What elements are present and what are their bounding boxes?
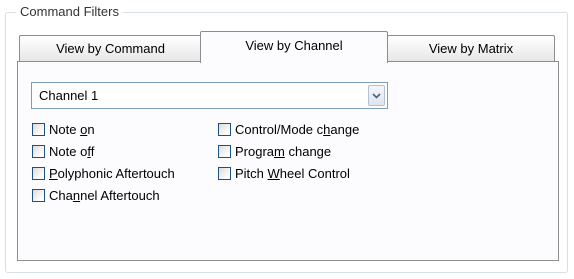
note-on-checkbox-box[interactable]	[32, 122, 45, 136]
control-mode-change-checkbox[interactable]: Control/Mode change	[218, 120, 359, 138]
pitch-wheel-control-label: Pitch Wheel Control	[235, 165, 350, 181]
control-mode-change-label: Control/Mode change	[235, 121, 360, 137]
tab-view-by-command[interactable]: View by Command	[19, 35, 202, 61]
channel-aftertouch-checkbox[interactable]: Channel Aftertouch	[32, 186, 160, 204]
channel-select-dropdown-button[interactable]	[368, 85, 385, 106]
pitch-wheel-control-checkbox-box[interactable]	[218, 166, 231, 180]
note-on-checkbox[interactable]: Note on	[32, 120, 95, 138]
note-on-label: Note on	[49, 121, 95, 137]
chevron-down-icon	[372, 92, 381, 99]
note-off-checkbox[interactable]: Note off	[32, 142, 94, 160]
tab-view-by-matrix[interactable]: View by Matrix	[387, 35, 555, 61]
tab-view-by-channel[interactable]: View by Channel	[200, 31, 388, 63]
program-change-label: Program change	[235, 143, 332, 159]
channel-tab-panel: Channel 1 Note on Note off Polyphonic Af…	[17, 61, 559, 261]
channel-select-value: Channel 1	[39, 88, 99, 103]
pitch-wheel-control-checkbox[interactable]: Pitch Wheel Control	[218, 164, 350, 182]
note-off-checkbox-box[interactable]	[32, 144, 45, 158]
polyphonic-aftertouch-checkbox-box[interactable]	[32, 166, 45, 180]
polyphonic-aftertouch-label: Polyphonic Aftertouch	[49, 165, 175, 181]
channel-aftertouch-label: Channel Aftertouch	[49, 187, 160, 203]
polyphonic-aftertouch-checkbox[interactable]: Polyphonic Aftertouch	[32, 164, 175, 182]
command-filters-title: Command Filters	[16, 3, 123, 20]
control-mode-change-checkbox-box[interactable]	[218, 122, 231, 136]
program-change-checkbox[interactable]: Program change	[218, 142, 331, 160]
note-off-label: Note off	[49, 143, 95, 159]
program-change-checkbox-box[interactable]	[218, 144, 231, 158]
channel-aftertouch-checkbox-box[interactable]	[32, 188, 45, 202]
channel-select[interactable]: Channel 1	[31, 82, 388, 109]
